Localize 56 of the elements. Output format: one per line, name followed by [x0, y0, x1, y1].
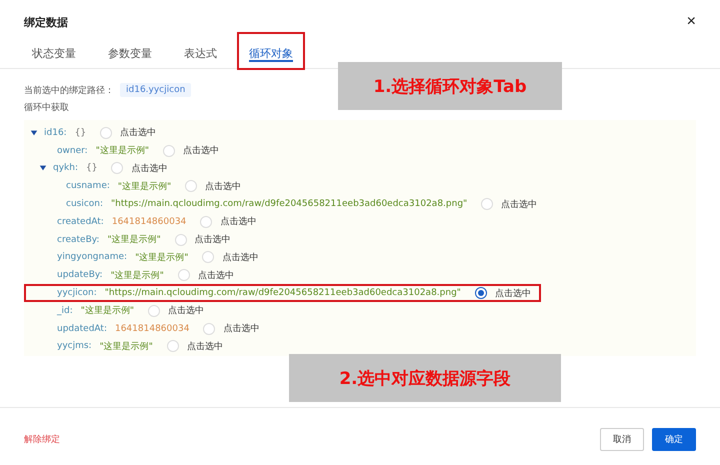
tab[interactable]: 参数变量	[96, 32, 164, 70]
field-value: "这里是示例"	[107, 234, 161, 246]
select-label[interactable]: 点击选中	[182, 144, 219, 158]
field-key: createBy:	[57, 234, 100, 245]
field-value: "这里是示例"	[135, 252, 188, 264]
select-label[interactable]: 点击选中	[222, 250, 258, 264]
select-label[interactable]: 点击选中	[501, 198, 538, 211]
field-key: yycjicon:	[57, 288, 97, 298]
radio-button[interactable]	[474, 287, 487, 300]
field-key: updateBy:	[57, 270, 103, 280]
annotation-callout: 2.选中对应数据源字段	[289, 354, 561, 402]
tab[interactable]: 状态变量	[20, 32, 88, 70]
field-value: "https://main.qcloudimg.com/raw/d9fe2045658211eeb3ad60edca3102a8.png"	[111, 199, 468, 210]
select-label[interactable]: 点击选中	[194, 233, 231, 246]
select-label[interactable]: 点击选中	[168, 304, 204, 318]
tab[interactable]: 循环对象	[237, 32, 305, 70]
field-value: "这里是示例"	[80, 304, 134, 318]
tab[interactable]: 表达式	[172, 32, 229, 70]
binding-path-label: 当前选中的绑定路径：	[24, 84, 114, 96]
expand-triangle-icon[interactable]	[30, 128, 38, 137]
footer-button[interactable]: 确定	[652, 428, 696, 451]
select-label[interactable]: 点击选中	[186, 340, 223, 353]
annotation-callout: 1.选择循环对象Tab	[338, 62, 562, 110]
field-key: updatedAt:	[57, 324, 107, 334]
dialog-title: 绑定数据	[24, 14, 68, 30]
field-key: qykh:	[53, 163, 78, 174]
select-label[interactable]: 点击选中	[205, 180, 242, 193]
select-label[interactable]: 点击选中	[198, 268, 234, 282]
field-key: _id:	[57, 306, 73, 316]
field-key: id16:	[44, 128, 67, 138]
field-key: owner:	[57, 146, 88, 156]
source-note: 循环中获取	[24, 102, 70, 114]
close-button[interactable]: ×	[682, 14, 700, 30]
field-key: yycjms:	[57, 341, 92, 352]
field-value: "这里是示例"	[118, 180, 172, 193]
unbind-link[interactable]: 解除绑定	[24, 433, 60, 446]
expand-triangle-icon[interactable]	[39, 164, 47, 172]
field-key: createdAt:	[57, 216, 104, 227]
footer-button[interactable]: 取消	[600, 428, 644, 451]
select-label[interactable]: 点击选中	[494, 286, 531, 300]
field-value: {}	[74, 128, 86, 138]
binding-path-tag: id16.yycjicon	[120, 83, 192, 97]
field-key: cusname:	[66, 181, 110, 192]
field-value: "这里是示例"	[96, 144, 149, 158]
select-label[interactable]: 点击选中	[120, 126, 156, 140]
select-label[interactable]: 点击选中	[220, 215, 256, 228]
field-value: {}	[86, 163, 98, 174]
field-value: "这里是示例"	[110, 270, 164, 282]
field-value: "这里是示例"	[100, 340, 153, 353]
field-key: yingyongname:	[57, 252, 128, 262]
field-value: 1641814860034	[112, 216, 186, 227]
field-key: cusicon:	[66, 199, 104, 210]
select-label[interactable]: 点击选中	[131, 162, 168, 175]
field-value: 1641814860034	[114, 324, 190, 334]
select-label[interactable]: 点击选中	[223, 322, 260, 336]
field-value: "https://main.qcloudimg.com/raw/d9fe2045658211eeb3ad60edca3102a8.png"	[104, 288, 461, 298]
